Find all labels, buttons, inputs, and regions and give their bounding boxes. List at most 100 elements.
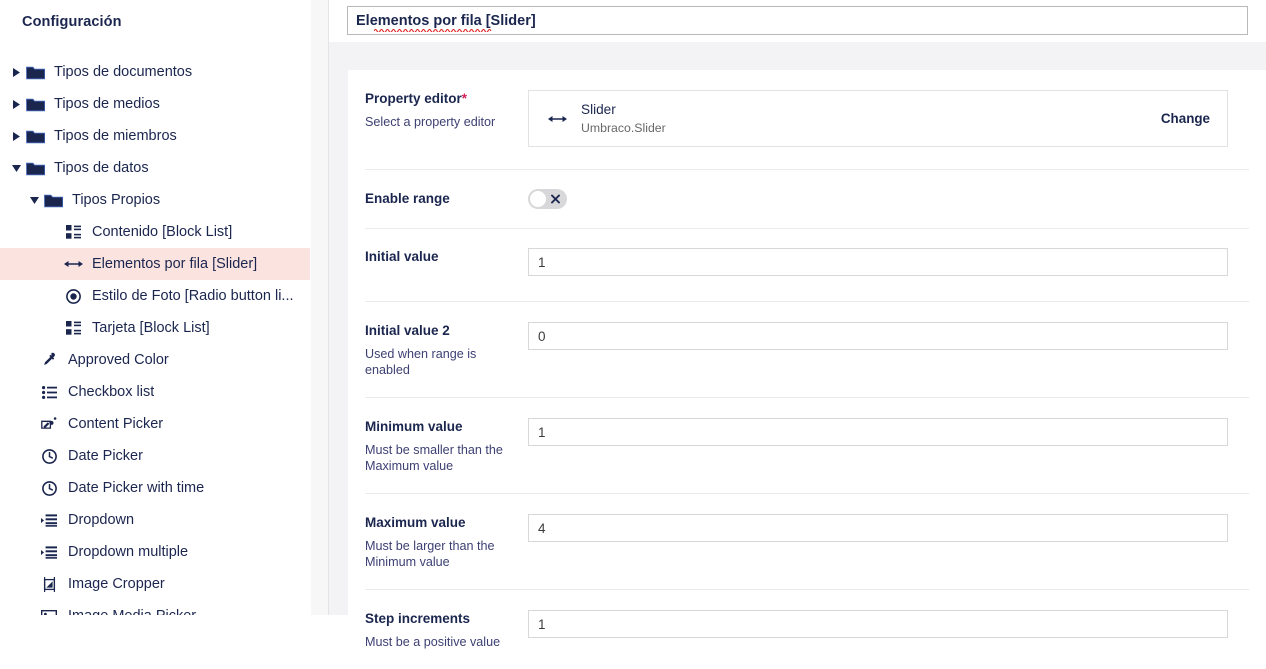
caret-down-icon[interactable] <box>26 196 42 204</box>
maximum-value-field <box>528 514 1249 570</box>
change-property-editor-button[interactable]: Change <box>1161 111 1210 126</box>
toggle-off-icon <box>551 194 560 204</box>
tree-item-label: Contenido [Block List] <box>92 224 233 240</box>
property-editor-name: Slider <box>581 102 616 117</box>
datatype-name-input[interactable] <box>347 6 1248 35</box>
tree-item-label: Elementos por fila [Slider] <box>92 256 258 272</box>
maximum-value-input[interactable] <box>528 514 1228 542</box>
toggle-knob <box>530 191 546 207</box>
tree-item-tipos-de-datos[interactable]: Tipos de datos <box>0 152 310 184</box>
tree-item-tipos-de-medios[interactable]: Tipos de medios <box>0 88 310 120</box>
tree-item-image-media-picker[interactable]: Image Media Picker <box>0 600 310 615</box>
dropdown-icon <box>38 509 60 531</box>
tree-item-label: Image Media Picker <box>68 608 196 615</box>
step-increments-description: Must be a positive value <box>365 635 501 649</box>
minimum-value-field <box>528 418 1249 474</box>
step-increments-label-group: Step increments Must be a positive value <box>365 610 528 650</box>
property-editor-field: Slider Umbraco.Slider Change <box>528 90 1249 147</box>
tree-item-label: Tipos de datos <box>54 160 149 176</box>
required-asterisk: * <box>461 91 468 106</box>
maximum-value-description: Must be larger than the Minimum value <box>365 539 495 569</box>
tree-item-date-picker[interactable]: Date Picker <box>0 440 310 472</box>
property-editor-alias: Umbraco.Slider <box>581 121 666 135</box>
initial-value-2-description: Used when range is enabled <box>365 347 477 377</box>
initial-value-input[interactable] <box>528 248 1228 276</box>
tree-item-label: Tipos Propios <box>72 192 161 208</box>
tree-item-content-picker[interactable]: Content Picker <box>0 408 310 440</box>
folder-icon <box>24 93 46 115</box>
tree-item-tipos-propios[interactable]: Tipos Propios <box>0 184 310 216</box>
tree-item-elementos-por-fila-slider[interactable]: Elementos por fila [Slider] <box>0 248 310 280</box>
tree-item-tipos-de-documentos[interactable]: Tipos de documentos <box>0 56 310 88</box>
block-list-icon <box>62 221 84 243</box>
tree-item-estilo-de-foto-radio-button-li[interactable]: Estilo de Foto [Radio button li... <box>0 280 310 312</box>
sidebar-scrollbar-track[interactable] <box>311 0 636 615</box>
maximum-value-row: Maximum value Must be larger than the Mi… <box>365 494 1249 590</box>
settings-tree: Tipos de documentos Tipos de medios Tipos … <box>0 44 310 615</box>
title-field-wrapper <box>347 6 1248 35</box>
tree-item-label: Date Picker with time <box>68 480 205 496</box>
clock-icon <box>38 477 60 499</box>
clock-icon <box>38 445 60 467</box>
tree-item-label: Tipos de medios <box>54 96 160 112</box>
tree-item-label: Date Picker <box>68 448 143 464</box>
property-editor-picker[interactable]: Slider Umbraco.Slider Change <box>528 90 1228 147</box>
tree-item-label: Checkbox list <box>68 384 155 400</box>
radio-button-icon <box>62 285 84 307</box>
property-editor-description: Select a property editor <box>365 115 496 129</box>
caret-right-icon[interactable] <box>8 131 24 141</box>
tree-item-label: Dropdown <box>68 512 135 528</box>
minimum-value-label: Minimum value <box>365 419 463 434</box>
minimum-value-input[interactable] <box>528 418 1228 446</box>
minimum-value-row: Minimum value Must be smaller than the M… <box>365 398 1249 494</box>
minimum-value-label-group: Minimum value Must be smaller than the M… <box>365 418 528 474</box>
tree-item-tipos-de-miembros[interactable]: Tipos de miembros <box>0 120 310 152</box>
property-editor-selection: Slider Umbraco.Slider <box>581 101 1161 136</box>
caret-right-icon[interactable] <box>8 99 24 109</box>
tree-item-label: Dropdown multiple <box>68 544 189 560</box>
initial-value-2-label: Initial value 2 <box>365 323 450 338</box>
tree-item-date-picker-with-time[interactable]: Date Picker with time <box>0 472 310 504</box>
initial-value-2-row: Initial value 2 Used when range is enabl… <box>365 302 1249 398</box>
enable-range-toggle[interactable] <box>528 189 567 209</box>
sidebar-header: Configuración <box>0 0 310 44</box>
main-content: Property editor* Select a property edito… <box>329 0 1266 649</box>
block-list-icon <box>62 317 84 339</box>
title-bar <box>329 0 1266 42</box>
settings-card: Property editor* Select a property edito… <box>348 70 1266 649</box>
tree-item-approved-color[interactable]: Approved Color <box>0 344 310 376</box>
property-editor-label-group: Property editor* Select a property edito… <box>365 90 528 147</box>
folder-icon <box>42 189 64 211</box>
caret-right-icon[interactable] <box>8 67 24 77</box>
folder-icon <box>24 125 46 147</box>
step-increments-row: Step increments Must be a positive value <box>365 590 1249 669</box>
checkbox-list-icon <box>38 381 60 403</box>
tree-item-dropdown-multiple[interactable]: Dropdown multiple <box>0 536 310 568</box>
page-title: Configuración <box>22 14 122 30</box>
initial-value-2-input[interactable] <box>528 322 1228 350</box>
enable-range-field <box>528 189 1249 209</box>
settings-sidebar: Configuración Tipos de documentos Tipos d… <box>0 0 310 615</box>
step-increments-input[interactable] <box>528 610 1228 638</box>
content-picker-icon <box>38 413 60 435</box>
property-editor-label: Property editor* <box>365 90 518 107</box>
tree-item-tarjeta-block-list[interactable]: Tarjeta [Block List] <box>0 312 310 344</box>
initial-value-2-label-group: Initial value 2 Used when range is enabl… <box>365 322 528 378</box>
tree-item-label: Tipos de miembros <box>54 128 177 144</box>
tree-item-checkbox-list[interactable]: Checkbox list <box>0 376 310 408</box>
tree-item-dropdown[interactable]: Dropdown <box>0 504 310 536</box>
tree-item-label: Content Picker <box>68 416 164 432</box>
tree-item-contenido-block-list[interactable]: Contenido [Block List] <box>0 216 310 248</box>
initial-value-label-group: Initial value <box>365 248 528 276</box>
tree-item-label: Image Cropper <box>68 576 165 592</box>
maximum-value-label: Maximum value <box>365 515 466 530</box>
initial-value-field <box>528 248 1249 276</box>
caret-down-icon[interactable] <box>8 164 24 172</box>
tree-item-image-cropper[interactable]: Image Cropper <box>0 568 310 600</box>
image-media-icon <box>38 605 60 615</box>
property-editor-row: Property editor* Select a property edito… <box>365 70 1249 170</box>
image-cropper-icon <box>38 573 60 595</box>
enable-range-label-group: Enable range <box>365 189 528 209</box>
initial-value-label: Initial value <box>365 249 439 264</box>
eyedropper-icon <box>38 349 60 371</box>
